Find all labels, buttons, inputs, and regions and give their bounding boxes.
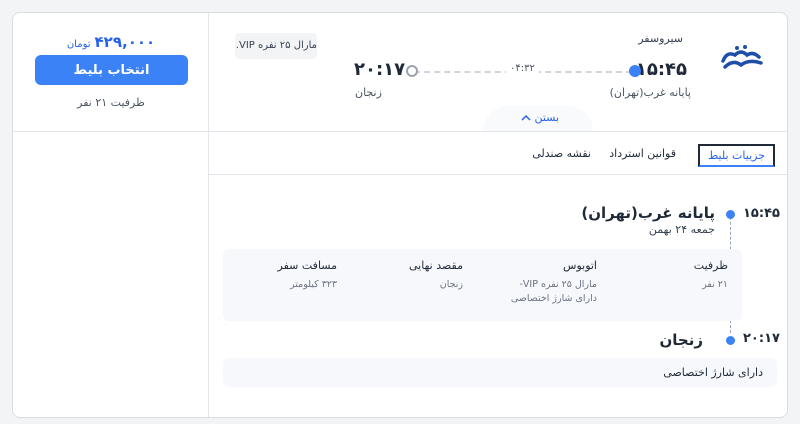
tab-ticket-details[interactable]: جزییات بلیط xyxy=(698,144,775,167)
company-logo-icon xyxy=(721,45,763,69)
tab-refund-rules[interactable]: قوانین استرداد xyxy=(609,147,676,160)
info-heading: ظرفیت xyxy=(693,259,728,272)
timeline-origin-dot xyxy=(726,210,735,219)
currency-label: تومان xyxy=(66,39,91,50)
info-capacity: ظرفیت ۲۱ نفر xyxy=(694,259,728,292)
info-final-destination: مقصد نهایی زنجان xyxy=(409,259,463,292)
capacity-text: ظرفیت ۲۱ نفر xyxy=(77,96,145,109)
arrival-time: ۲۰:۱۷ xyxy=(354,59,406,80)
info-value: مارال ۲۵ نفره VIP- دارای شارژ اختصاصی xyxy=(510,279,597,304)
trip-info-box: ظرفیت ۲۱ نفر اتوبوس مارال ۲۵ نفره VIP- د… xyxy=(223,249,742,321)
column-divider xyxy=(208,13,209,417)
origin-date: جمعه ۲۴ بهمن xyxy=(648,223,715,236)
info-heading: مسافت سفر xyxy=(277,259,337,272)
departure-dot xyxy=(629,65,641,77)
arrival-dot xyxy=(406,65,418,77)
departure-station: پایانه غرب(تهران) xyxy=(609,86,691,99)
departure-time: ۱۵:۴۵ xyxy=(635,59,687,80)
info-bus: اتوبوس مارال ۲۵ نفره VIP- دارای شارژ اخت… xyxy=(511,259,597,306)
timeline-origin-time: ۱۵:۴۵ xyxy=(743,206,780,221)
price-row: ۴۲۹,۰۰۰ تومان xyxy=(33,33,189,51)
collapse-label: بستن xyxy=(534,111,560,124)
timeline-destination-dot xyxy=(726,336,735,345)
tab-seat-map[interactable]: نقشه صندلی xyxy=(532,147,591,160)
chevron-up-icon xyxy=(521,106,531,130)
select-ticket-button[interactable]: انتخاب بلیط xyxy=(35,55,188,85)
company-name: سیروسفر xyxy=(638,32,683,45)
trip-duration: ۰۴:۳۲ xyxy=(506,63,539,74)
destination-name: زنجان xyxy=(659,331,703,349)
bus-type-badge: مارال ۲۵ نفره VIP... xyxy=(235,33,317,59)
timeline-destination-time: ۲۰:۱۷ xyxy=(743,331,780,346)
info-value: زنجان xyxy=(439,279,463,290)
info-heading: مقصد نهایی xyxy=(409,259,463,272)
info-distance: مسافت سفر ۳۲۳ کیلومتر xyxy=(278,259,337,292)
ticket-price: ۴۲۹,۰۰۰ xyxy=(94,33,156,51)
info-value: ۲۱ نفر xyxy=(702,279,728,290)
info-heading: اتوبوس xyxy=(563,259,597,272)
ticket-card: ۴۲۹,۰۰۰ تومان انتخاب بلیط ظرفیت ۲۱ نفر س… xyxy=(12,12,788,418)
feature-box: دارای شارژ اختصاصی xyxy=(223,358,777,387)
collapse-details-button[interactable]: بستن xyxy=(483,106,593,131)
details-tabs: جزییات بلیط قوانین استرداد نقشه صندلی xyxy=(209,131,787,175)
info-value: ۳۲۳ کیلومتر xyxy=(290,279,337,290)
arrival-station: زنجان xyxy=(355,86,382,99)
origin-name: پایانه غرب(تهران) xyxy=(581,204,715,222)
